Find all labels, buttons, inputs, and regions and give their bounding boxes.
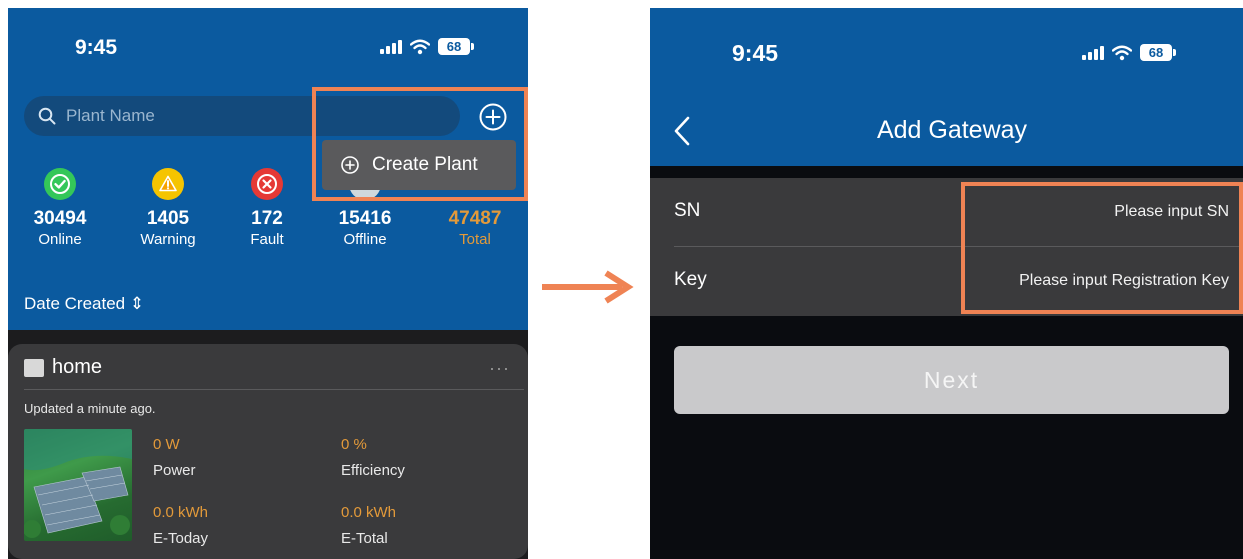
status-time: 9:45: [75, 36, 118, 59]
stat-label: Fault: [250, 231, 284, 248]
plant-icon: [24, 358, 44, 377]
metric-efficiency: 0 % Efficiency: [341, 436, 405, 482]
updated-text: Updated a minute ago.: [24, 401, 156, 416]
metric-e-today: 0.0 kWh E-Today: [153, 504, 208, 550]
add-plant-button[interactable]: [478, 102, 508, 132]
stat-label: Total: [459, 231, 491, 248]
warning-icon: [152, 168, 184, 200]
arrow-right-icon: [542, 270, 634, 304]
power-value: 0 W: [153, 436, 180, 453]
online-check-icon: [44, 168, 76, 200]
page-title: Add Gateway: [876, 116, 1028, 144]
sort-date-created[interactable]: Date Created ⇕: [24, 294, 144, 314]
stat-label: Warning: [140, 231, 196, 248]
plant-name: home: [52, 356, 103, 378]
plus-circle-icon: [479, 103, 507, 131]
efficiency-value: 0 %: [341, 436, 367, 453]
stat-value: 1405: [146, 208, 190, 229]
search-bar[interactable]: [24, 96, 460, 136]
sn-input[interactable]: [929, 198, 1229, 226]
battery-icon: 68: [438, 38, 474, 55]
stat-label: Offline: [343, 231, 387, 248]
stat-value: 172: [251, 208, 283, 229]
plant-card-title: home: [24, 356, 102, 379]
more-icon[interactable]: ···: [489, 358, 510, 379]
efficiency-label: Efficiency: [341, 462, 405, 479]
sn-label: SN: [674, 200, 701, 221]
create-plant-menu-item[interactable]: Create Plant: [322, 140, 516, 190]
wifi-icon: [1112, 45, 1132, 60]
plant-card[interactable]: home ··· Updated a minute ago. 0 W Power…: [8, 344, 528, 559]
status-time: 9:45: [732, 40, 779, 66]
e-today-value: 0.0 kWh: [153, 504, 209, 521]
stat-online[interactable]: 30494 Online: [15, 168, 105, 250]
battery-level: 68: [438, 38, 470, 55]
next-button[interactable]: Next: [674, 346, 1229, 414]
status-icons: 68: [1082, 44, 1176, 61]
signal-icon: [1082, 45, 1104, 60]
metric-power: 0 W Power: [153, 436, 196, 482]
plant-list-screen: 9:45 68 Plant Name 30494 Online 1405 War…: [8, 8, 528, 559]
power-label: Power: [153, 462, 196, 479]
signal-icon: [380, 39, 402, 54]
status-icons: 68: [380, 38, 474, 55]
search-input[interactable]: [66, 106, 426, 126]
stat-value: 15416: [338, 208, 392, 229]
create-plant-label: Create Plant: [372, 154, 478, 175]
divider: [24, 389, 524, 390]
battery-icon: 68: [1140, 44, 1176, 61]
plus-circle-icon: [341, 156, 359, 174]
battery-level: 68: [1140, 44, 1172, 61]
stat-value: 47487: [448, 208, 502, 229]
fault-x-icon: [251, 168, 283, 200]
key-row: Key: [650, 247, 1243, 315]
e-today-label: E-Today: [153, 530, 209, 547]
gateway-form: SN Key: [650, 178, 1243, 316]
e-total-value: 0.0 kWh: [341, 504, 397, 521]
metric-e-total: 0.0 kWh E-Total: [341, 504, 396, 550]
stat-value: 30494: [33, 208, 87, 229]
e-total-label: E-Total: [341, 530, 388, 547]
wifi-icon: [410, 39, 430, 54]
stat-label: Online: [38, 231, 82, 248]
sn-row: SN: [650, 178, 1243, 247]
stat-warning[interactable]: 1405 Warning: [123, 168, 213, 250]
stat-fault[interactable]: 172 Fault: [222, 168, 312, 250]
add-gateway-screen: 9:45 68 Add Gateway SN Please input SN K…: [650, 8, 1243, 559]
registration-key-input[interactable]: [929, 267, 1229, 295]
search-icon: [38, 107, 56, 125]
plant-photo: [24, 429, 132, 541]
header-panel: 9:45 68 Add Gateway: [650, 8, 1243, 166]
key-label: Key: [674, 269, 707, 290]
